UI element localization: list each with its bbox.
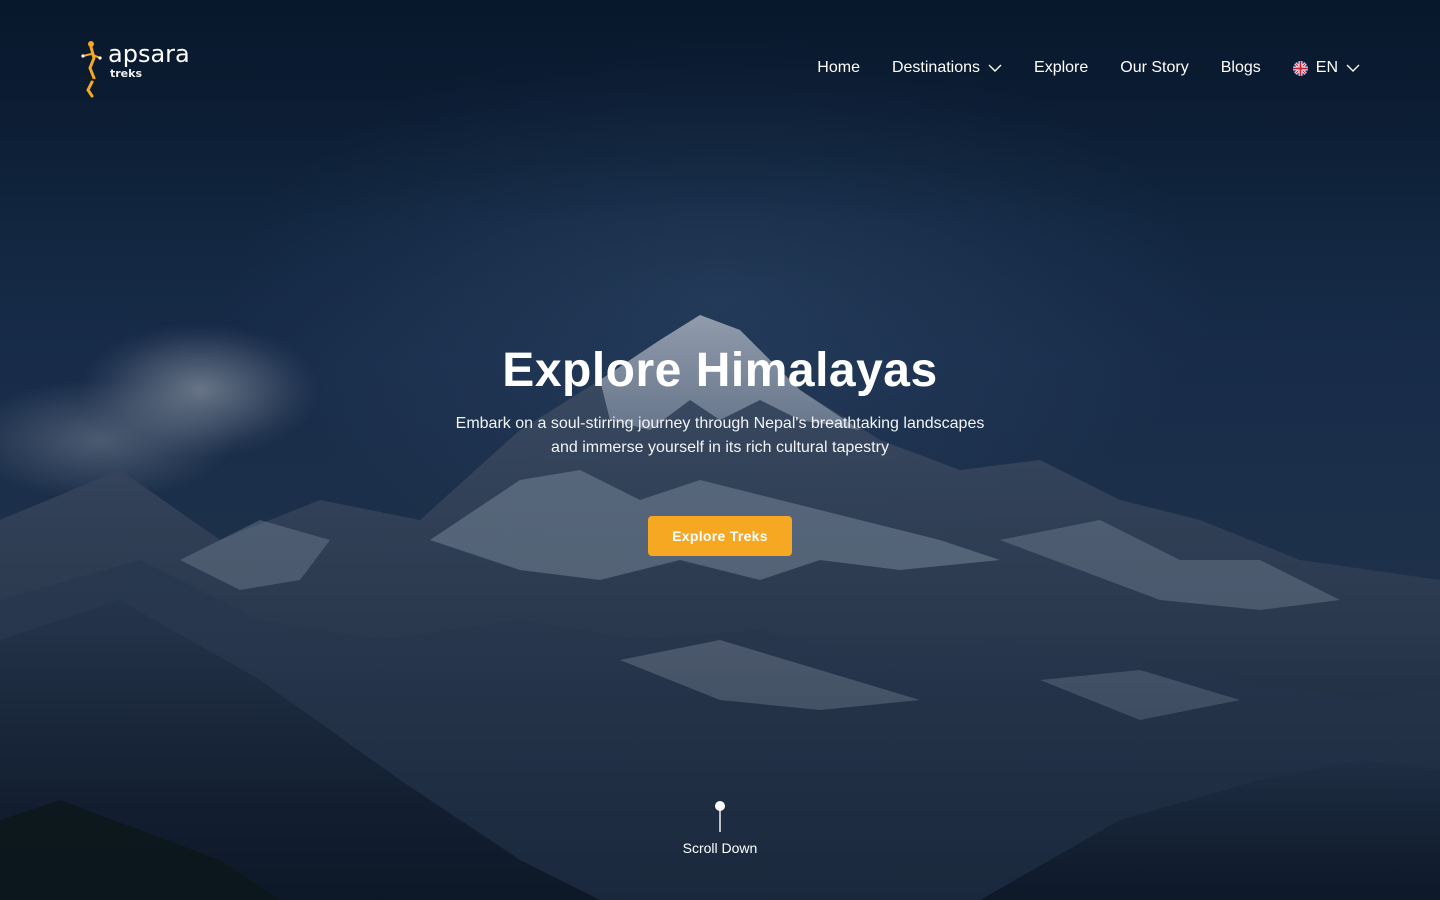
hero-section: apsara treks Home Destinations Explore O… bbox=[0, 0, 1440, 900]
hero-title: Explore Himalayas bbox=[502, 344, 938, 397]
nav-item-destinations[interactable]: Destinations bbox=[892, 59, 1002, 77]
nav-item-label: Explore bbox=[1034, 59, 1089, 76]
chevron-down-icon bbox=[988, 64, 1002, 72]
nav-item-label: Destinations bbox=[891, 59, 981, 76]
nav-item-explore[interactable]: Explore bbox=[1034, 59, 1088, 77]
scroll-indicator-icon bbox=[715, 801, 725, 832]
nav-item-label: Home bbox=[817, 59, 860, 76]
brand-logo[interactable]: apsara treks bbox=[80, 38, 196, 100]
nav-item-our-story[interactable]: Our Story bbox=[1120, 59, 1188, 77]
chevron-down-icon bbox=[1346, 64, 1360, 72]
nav-item-blogs[interactable]: Blogs bbox=[1221, 59, 1261, 77]
brand-tagline: treks bbox=[110, 67, 143, 80]
nav-item-label: Blogs bbox=[1220, 59, 1261, 76]
language-selector[interactable]: EN bbox=[1292, 59, 1360, 77]
nav-item-label: Our Story bbox=[1120, 59, 1189, 76]
brand-name: apsara bbox=[108, 40, 190, 68]
hero-content: Explore Himalayas Embark on a soul-stirr… bbox=[0, 340, 1440, 556]
scroll-down-indicator[interactable]: Scroll Down bbox=[670, 800, 770, 856]
language-label: EN bbox=[1315, 59, 1338, 76]
apsara-dancer-icon bbox=[81, 41, 102, 98]
hero-subtitle: Embark on a soul-stirring journey throug… bbox=[455, 415, 985, 456]
site-header: apsara treks Home Destinations Explore O… bbox=[0, 0, 1440, 136]
nav-item-home[interactable]: Home bbox=[817, 59, 860, 77]
scroll-down-label: Scroll Down bbox=[682, 840, 758, 856]
main-nav: Home Destinations Explore Our Story Blog… bbox=[817, 54, 1360, 82]
explore-treks-button[interactable]: Explore Treks bbox=[648, 516, 792, 556]
uk-flag-icon bbox=[1292, 60, 1308, 76]
